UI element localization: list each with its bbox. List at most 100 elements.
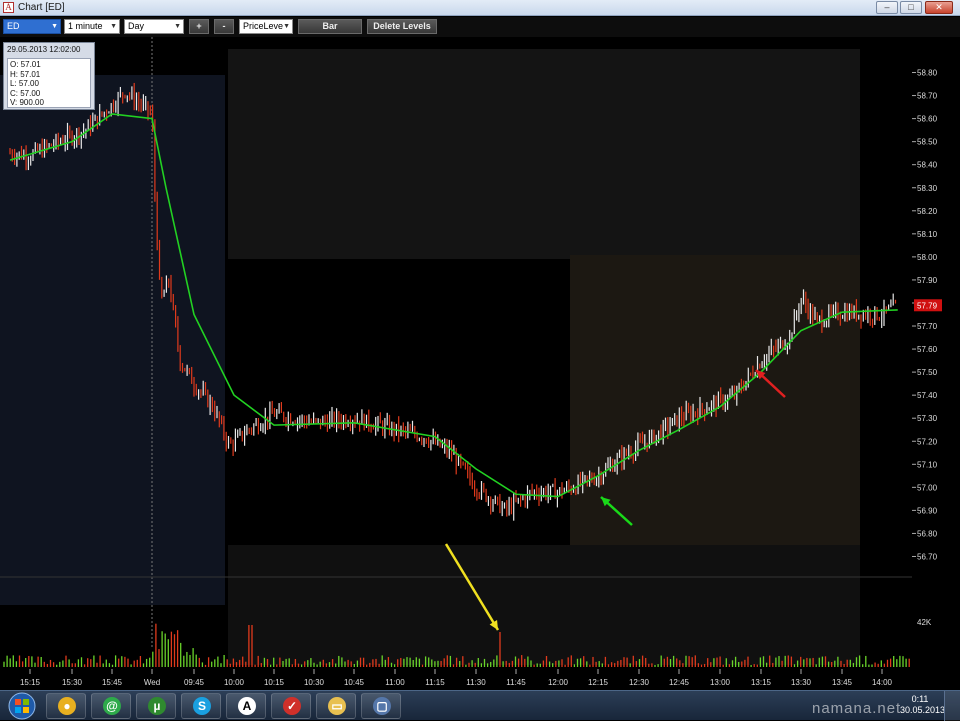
price-tick-label: 56.70 [917,552,938,561]
price-tick-label: 58.20 [917,207,938,216]
toolbar: ED ▼ 1 minute ▼ Day ▼ + - PriceLeve ▼ Ba… [0,17,960,37]
time-tick-label: 11:30 [466,678,486,687]
time-tick-label: 15:30 [62,678,83,687]
price-tick-label: 57.30 [917,414,938,423]
time-tick-label: 14:00 [872,678,893,687]
chevron-down-icon[interactable]: ▼ [174,20,181,33]
price-tick-label: 56.90 [917,506,938,515]
clock[interactable]: 0:11 30.05.2013 [900,694,946,716]
range-value: Day [128,21,145,31]
bar-style-button[interactable]: Bar [298,19,362,34]
indicator-select[interactable]: PriceLeve ▼ [239,19,293,34]
bar-info-box: 29.05.2013 12:02:00 O: 57.01 H: 57.01 L:… [3,42,95,110]
utorrent-icon[interactable]: µ [136,693,176,719]
price-tick-label: 58.00 [917,253,938,262]
price-tick-label: 58.50 [917,138,938,147]
chart-area[interactable]: 58.80 58.70 58.60 58.50 58.40 58.30 58.20 58.10… [0,37,960,690]
time-tick-label: 12:30 [629,678,650,687]
price-tick-label: 58.30 [917,184,938,193]
time-tick-label: 13:45 [832,678,853,687]
show-desktop-button[interactable] [944,691,960,721]
interval-select[interactable]: 1 minute ▼ [64,19,120,34]
price-tick-label: 57.50 [917,368,938,377]
time-tick-label: 11:15 [425,678,445,687]
info-high: H: 57.01 [10,69,41,79]
close-button[interactable]: ✕ [925,1,953,14]
price-tick-label: 56.80 [917,529,938,538]
zoom-out-button[interactable]: - [214,19,234,34]
clock-date: 30.05.2013 [900,705,946,715]
title-bar[interactable]: A Chart [ED] – □ ✕ [0,0,960,16]
window-icon[interactable]: ▢ [361,693,401,719]
price-tick-label: 57.40 [917,391,938,400]
font-app-glyph-icon: A [238,697,256,715]
price-tick-label: 58.80 [917,69,938,78]
time-tick-label: 10:00 [224,678,245,687]
time-tick-label: 11:00 [385,678,405,687]
time-tick-label: Wed [144,678,160,687]
info-low: L: 57.00 [10,79,39,88]
price-tick-label: 58.10 [917,230,938,239]
info-date: 29.05.2013 12:02:00 [7,45,81,54]
info-ohlc: O: 57.01 H: 57.01 L: 57.00 C: 57.00 V: 9… [7,58,91,108]
indicator-value: PriceLeve [243,21,284,31]
volume-axis-label: 42K [917,618,932,627]
symbol-input[interactable]: ED ▼ [3,19,61,34]
background-window [570,255,860,545]
chart-window: A Chart [ED] – □ ✕ ED ▼ 1 minute ▼ Day ▼… [0,0,960,721]
price-tick-label: 57.70 [917,322,938,331]
time-tick-label: 10:15 [264,678,285,687]
chrome-icon[interactable]: ● [46,693,86,719]
skype-glyph-icon: S [193,697,211,715]
price-chart[interactable]: 58.80 58.70 58.60 58.50 58.40 58.30 58.20 58.10… [0,37,960,690]
minimize-button[interactable]: – [876,1,898,14]
window-glyph-icon: ▢ [373,697,391,715]
time-tick-label: 13:30 [791,678,812,687]
chat-icon[interactable]: @ [91,693,131,719]
background-window [228,545,860,665]
time-tick-label: 12:00 [548,678,569,687]
chevron-down-icon[interactable]: ▼ [283,20,290,33]
info-volume: V: 900.00 [10,98,44,107]
price-tick-label: 58.60 [917,115,938,124]
window-title: Chart [ED] [18,2,65,13]
chart-app-glyph-icon: ✓ [283,697,301,715]
clock-time: 0:11 [911,694,929,704]
chrome-glyph-icon: ● [58,697,76,715]
price-tick-label: 57.10 [917,460,938,469]
price-tick-label: 57.90 [917,276,938,285]
price-tick-label: 57.20 [917,437,938,446]
app-logo-icon: A [3,2,14,13]
folder-icon[interactable]: ▭ [316,693,356,719]
background-window [228,49,860,259]
price-tick-label: 58.70 [917,92,938,101]
maximize-button[interactable]: □ [900,1,922,14]
price-tick-label: 57.60 [917,345,938,354]
folder-glyph-icon: ▭ [328,697,346,715]
price-tick-label: 58.40 [917,161,938,170]
start-button[interactable] [2,691,42,721]
time-tick-label: 15:45 [102,678,123,687]
time-tick-label: 10:45 [344,678,365,687]
range-select[interactable]: Day ▼ [124,19,184,34]
time-tick-label: 13:15 [751,678,772,687]
time-tick-label: 12:45 [669,678,690,687]
time-tick-label: 09:45 [184,678,205,687]
delete-levels-button[interactable]: Delete Levels [367,19,437,34]
font-app-icon[interactable]: A [226,693,266,719]
chevron-down-icon[interactable]: ▼ [110,20,117,33]
watermark: namana.net [812,700,902,717]
utorrent-glyph-icon: µ [148,697,166,715]
price-tick-label: 57.00 [917,483,938,492]
time-tick-label: 10:30 [304,678,325,687]
chat-glyph-icon: @ [103,697,121,715]
interval-value: 1 minute [68,21,103,31]
skype-icon[interactable]: S [181,693,221,719]
time-tick-label: 13:00 [710,678,731,687]
time-tick-label: 12:15 [588,678,609,687]
zoom-in-button[interactable]: + [189,19,209,34]
chart-app-icon[interactable]: ✓ [271,693,311,719]
symbol-value: ED [7,21,20,31]
chevron-down-icon[interactable]: ▼ [51,20,58,33]
background-window [0,75,225,605]
